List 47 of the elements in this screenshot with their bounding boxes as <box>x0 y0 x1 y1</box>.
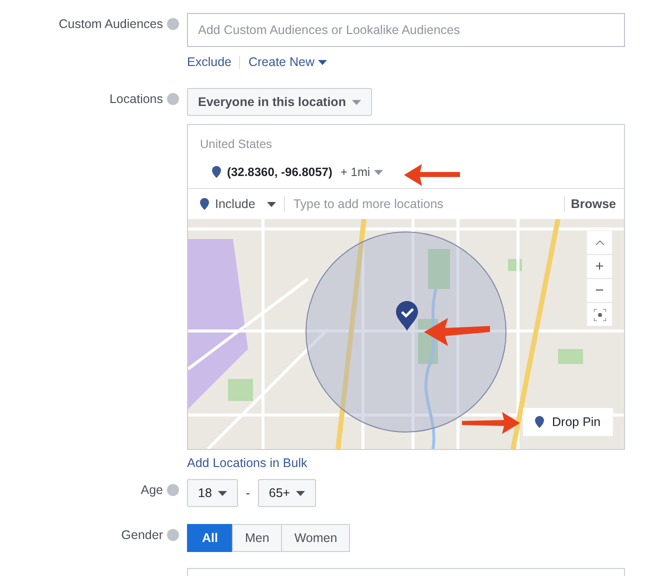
age-min-dropdown[interactable]: 18 <box>187 479 238 507</box>
drop-pin-button[interactable]: Drop Pin <box>523 408 613 436</box>
field-label: Locations <box>109 92 163 106</box>
location-pin-icon <box>200 198 209 210</box>
link[interactable]: Exclude <box>187 55 232 69</box>
add-locations-link[interactable]: Add Locations in Bulk <box>187 456 308 470</box>
gender-option[interactable]: Women <box>281 524 350 552</box>
field-label: Gender <box>121 528 163 542</box>
input-field[interactable] <box>187 568 625 576</box>
caret-icon <box>352 100 361 104</box>
annotation-arrow <box>424 318 490 346</box>
field-label: Age <box>140 483 163 497</box>
map-pin-icon <box>396 301 418 331</box>
info-icon[interactable] <box>167 18 179 30</box>
caret-icon <box>318 60 328 64</box>
audience-dropdown[interactable]: Everyone in this location <box>187 88 372 116</box>
coordinates-text: (32.8360, -96.8057) <box>227 165 332 179</box>
caret-icon <box>218 490 227 496</box>
caret-icon <box>374 170 384 174</box>
country-label: United States <box>200 137 274 151</box>
annotation-arrow <box>404 164 460 186</box>
zoom-button[interactable]: + <box>587 255 612 279</box>
location-pin-icon <box>212 166 221 178</box>
range-separator: - <box>246 486 250 500</box>
location-pin-icon <box>535 416 544 428</box>
park-area <box>228 379 253 401</box>
recenter-button[interactable] <box>587 303 612 327</box>
chevron-up-icon <box>596 240 604 245</box>
park-area <box>428 249 450 289</box>
field-label: Custom Audiences <box>58 17 163 31</box>
custom-audiences-field[interactable]: Add Custom Audiences or Lookalike Audiences <box>187 13 625 47</box>
radius-dropdown[interactable]: + 1mi <box>338 165 386 179</box>
collapse-button[interactable] <box>587 231 612 255</box>
caret-icon <box>267 202 276 206</box>
gender-option[interactable]: Men <box>232 524 282 552</box>
zoom-button[interactable]: − <box>587 279 612 303</box>
link[interactable]: Create New <box>248 55 328 69</box>
park-area <box>558 349 583 364</box>
caret-icon <box>296 490 306 496</box>
annotation-arrow <box>462 412 520 434</box>
info-icon[interactable] <box>167 93 179 105</box>
browse-button[interactable]: Browse <box>564 196 616 212</box>
age-max-dropdown[interactable]: 65+ <box>258 479 316 507</box>
recenter-icon <box>594 308 606 320</box>
gender-option[interactable]: All <box>187 524 233 552</box>
info-icon[interactable] <box>167 484 179 496</box>
info-icon[interactable] <box>167 529 179 541</box>
